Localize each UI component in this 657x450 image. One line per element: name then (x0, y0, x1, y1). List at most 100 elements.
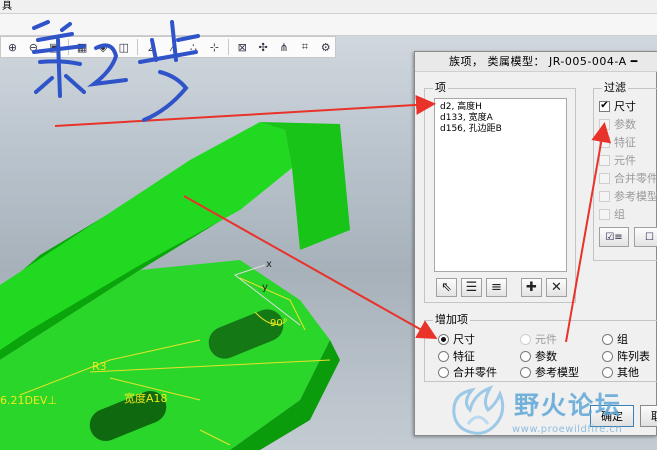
filter-label: 参考模型 (614, 190, 657, 203)
add-option-pattern-table[interactable]: 阵列表 (602, 348, 650, 364)
checklist-icon: ☑≡ (605, 231, 623, 243)
filter-group-item[interactable]: 组 (599, 206, 625, 222)
annotation-icon[interactable]: ⊠ (233, 38, 252, 56)
select-item-button[interactable]: ⇖ (436, 278, 457, 297)
dim-label-left: 6.21DEV⊥ (0, 394, 58, 407)
items-group-label: 项 (433, 81, 448, 95)
datum-plane-icon[interactable]: ⊿ (142, 38, 161, 56)
checkbox[interactable] (599, 136, 610, 148)
network-icon[interactable]: ⋔ (275, 38, 294, 56)
items-button-row: ⇖ ☰ ≡ ✚ ✕ (436, 278, 567, 297)
radio[interactable] (520, 350, 531, 362)
add-option-component[interactable]: 元件 (520, 331, 557, 347)
plus-icon: ✚ (526, 280, 537, 295)
filter-label: 组 (614, 208, 625, 221)
option-label: 尺寸 (453, 333, 475, 346)
option-label: 合并零件 (453, 366, 497, 379)
coordinate-system-icon[interactable]: ⊹ (205, 38, 224, 56)
filter-merge-part[interactable]: 合并零件 (599, 170, 657, 186)
checkbox[interactable] (599, 190, 610, 202)
add-option-parameter[interactable]: 参数 (520, 348, 557, 364)
option-label: 元件 (535, 333, 557, 346)
list-bold-icon: ☰ (465, 280, 478, 295)
filter-feature[interactable]: 特征 (599, 134, 636, 150)
remove-item-button[interactable]: ✕ (546, 278, 567, 297)
option-label: 特征 (453, 350, 475, 363)
view-toolbar: ⊕ ⊖ ▣ ▦ ◈ ◫ ⊿ ⁄ ∴ ⊹ ⊠ ✣ ⋔ ⌗ ⚙ (0, 36, 336, 58)
radio[interactable] (602, 333, 613, 345)
filter-reference-model[interactable]: 参考模型 (599, 188, 657, 204)
checkbox[interactable] (599, 172, 610, 184)
filter-component[interactable]: 元件 (599, 152, 636, 168)
option-label: 参考模型 (535, 366, 579, 379)
spin-center-icon[interactable]: ✣ (254, 38, 273, 56)
checkbox[interactable] (599, 118, 610, 130)
list-item[interactable]: d2, 高度H (440, 102, 561, 113)
add-option-group[interactable]: 组 (602, 331, 628, 347)
radio[interactable] (602, 366, 613, 378)
zoom-in-icon[interactable]: ⊕ (3, 38, 22, 56)
radio[interactable] (520, 333, 531, 345)
filter-group: 过滤 ✔ 尺寸 参数 特征 元件 合并零件 参考模型 组 ☑≡ ☐ (593, 81, 657, 261)
settings-icon[interactable]: ⚙ (316, 38, 335, 56)
close-icon: ✕ (551, 280, 562, 295)
add-option-dimension[interactable]: 尺寸 (438, 331, 475, 347)
add-option-feature[interactable]: 特征 (438, 348, 475, 364)
radio-selected[interactable] (438, 333, 449, 345)
add-group-label: 增加项 (433, 313, 470, 327)
datum-axis-icon[interactable]: ⁄ (163, 38, 182, 56)
checkbox[interactable] (599, 154, 610, 166)
list-item[interactable]: d156, 孔边距B (440, 124, 561, 135)
items-group: 项 d2, 高度H d133, 宽度A d156, 孔边距B ⇖ ☰ ≡ ✚ ✕ (424, 81, 576, 303)
checkbox[interactable] (599, 208, 610, 220)
radio[interactable] (602, 350, 613, 362)
clear-filter-button[interactable]: ☐ (634, 227, 657, 247)
add-item-button[interactable]: ✚ (521, 278, 542, 297)
display-style-icon[interactable]: ◈ (94, 38, 113, 56)
menu-bar[interactable]: 具 (0, 0, 657, 14)
filter-group-label: 过滤 (602, 81, 628, 95)
radio[interactable] (438, 350, 449, 362)
filter-parameter[interactable]: 参数 (599, 116, 636, 132)
saved-views-icon[interactable]: ◫ (114, 38, 133, 56)
filter-label: 尺寸 (614, 100, 636, 113)
list-icon: ≡ (491, 280, 502, 295)
axis-label-y: y (262, 282, 268, 293)
add-option-reference-model[interactable]: 参考模型 (520, 364, 579, 380)
list-item[interactable]: d133, 宽度A (440, 113, 561, 124)
filter-label: 特征 (614, 136, 636, 149)
filter-dimension[interactable]: ✔ 尺寸 (599, 98, 636, 114)
toolbar-separator (67, 39, 69, 55)
unchecked-list-icon: ☐ (645, 231, 654, 243)
repaint-icon[interactable]: ▦ (73, 38, 92, 56)
checkbox-checked[interactable]: ✔ (599, 100, 610, 112)
add-all-button[interactable]: ☰ (461, 278, 482, 297)
list-button[interactable]: ≡ (486, 278, 507, 297)
cursor-arrow-icon: ⇖ (441, 280, 452, 295)
radio-dot (441, 336, 446, 342)
watermark-url: www.proewildfire.cn (512, 424, 623, 435)
datum-point-icon[interactable]: ∴ (184, 38, 203, 56)
add-option-merge-part[interactable]: 合并零件 (438, 364, 497, 380)
filter-label: 合并零件 (614, 172, 657, 185)
add-item-group: 增加项 尺寸 元件 组 特征 参数 阵列表 合并零件 参考模型 其他 (424, 313, 657, 382)
watermark-text: 野火论坛 (514, 391, 623, 420)
flame-logo-icon (452, 385, 505, 435)
radio[interactable] (520, 366, 531, 378)
forum-watermark: 野火论坛 www.proewildfire.cn (448, 380, 648, 442)
menu-item-tools[interactable]: 具 (2, 1, 12, 12)
zoom-out-icon[interactable]: ⊖ (24, 38, 43, 56)
dim-label-angle: 90° (270, 318, 288, 329)
add-option-other[interactable]: 其他 (602, 364, 639, 380)
refit-icon[interactable]: ▣ (45, 38, 64, 56)
dim-label-width-a: 宽度A18 (124, 392, 168, 405)
items-list[interactable]: d2, 高度H d133, 宽度A d156, 孔边距B (434, 98, 567, 272)
dialog-title: 族项， 类属模型： JR-005-004-A ━ (415, 52, 657, 72)
dim-label-r3: R3 (92, 360, 107, 373)
select-all-filter-button[interactable]: ☑≡ (599, 227, 629, 247)
button-gap (511, 278, 517, 297)
radio[interactable] (438, 366, 449, 378)
select-filter-icon[interactable]: ⌗ (295, 38, 314, 56)
family-items-dialog: 族项， 类属模型： JR-005-004-A ━ 项 d2, 高度H d133,… (414, 51, 657, 436)
filter-label: 元件 (614, 154, 636, 167)
